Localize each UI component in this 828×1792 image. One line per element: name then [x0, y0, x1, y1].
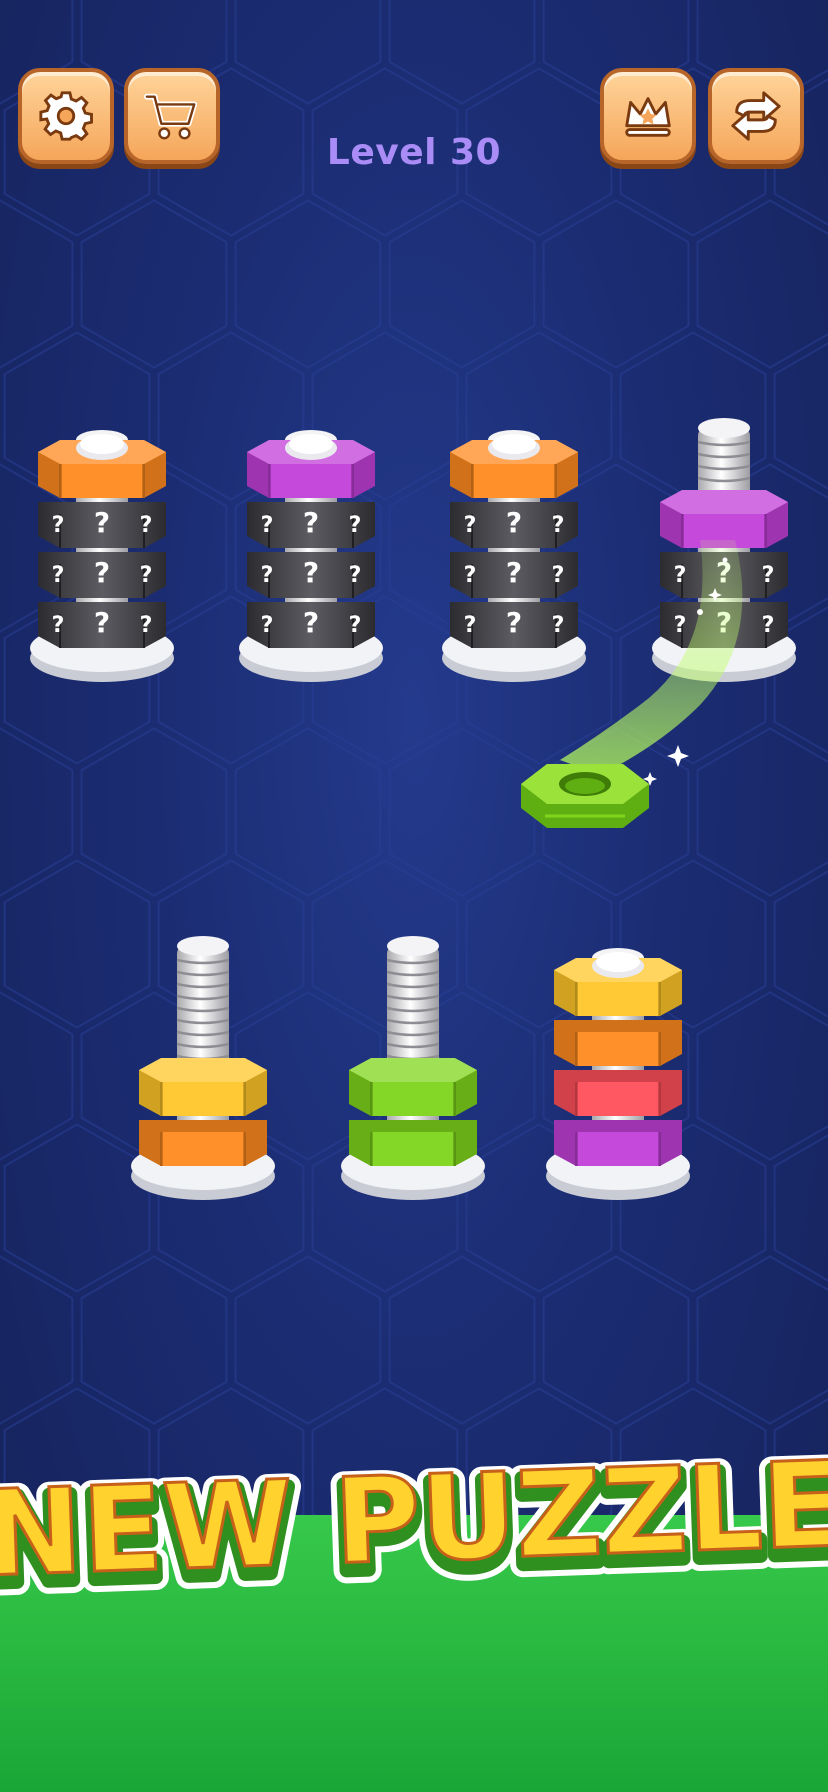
- peg[interactable]: [546, 948, 690, 1200]
- hidden-symbol: ?: [261, 613, 274, 638]
- hidden-nut[interactable]: ???: [247, 502, 375, 548]
- hidden-nut[interactable]: ???: [38, 502, 166, 548]
- hidden-symbol: ?: [464, 613, 477, 638]
- nut-orange[interactable]: [139, 1120, 267, 1166]
- nut-yellow[interactable]: [139, 1058, 267, 1116]
- hidden-symbol: ?: [464, 513, 477, 538]
- hidden-symbol: ?: [303, 506, 319, 539]
- hidden-symbol: ?: [140, 613, 153, 638]
- move-trail: [560, 540, 743, 775]
- hidden-symbol: ?: [464, 563, 477, 588]
- peg[interactable]: [131, 936, 275, 1200]
- peg[interactable]: [341, 936, 485, 1200]
- hidden-symbol: ?: [303, 606, 319, 639]
- nut-purple[interactable]: [660, 490, 788, 548]
- peg[interactable]: ?????????: [442, 430, 586, 682]
- hidden-symbol: ?: [261, 563, 274, 588]
- hidden-symbol: ?: [762, 613, 775, 638]
- nut-green[interactable]: [349, 1058, 477, 1116]
- hidden-nut[interactable]: ???: [247, 552, 375, 598]
- hidden-symbol: ?: [261, 513, 274, 538]
- hidden-symbol: ?: [94, 506, 110, 539]
- nut-red[interactable]: [554, 1070, 682, 1116]
- peg[interactable]: ?????????: [30, 430, 174, 682]
- hidden-symbol: ?: [52, 513, 65, 538]
- hidden-symbol: ?: [140, 563, 153, 588]
- hidden-symbol: ?: [552, 563, 565, 588]
- hidden-nut[interactable]: ???: [38, 552, 166, 598]
- hidden-nut[interactable]: ???: [450, 552, 578, 598]
- hidden-symbol: ?: [552, 613, 565, 638]
- hidden-symbol: ?: [94, 556, 110, 589]
- hidden-symbol: ?: [349, 513, 362, 538]
- hidden-nut[interactable]: ???: [247, 602, 375, 648]
- hidden-symbol: ?: [506, 556, 522, 589]
- moving-nut-green[interactable]: [521, 764, 649, 828]
- hidden-symbol: ?: [552, 513, 565, 538]
- new-puzzle-banner: NEW PUZZLE NEW PUZZLE NEW PUZZLE: [0, 1440, 828, 1624]
- hidden-symbol: ?: [52, 563, 65, 588]
- hidden-symbol: ?: [52, 613, 65, 638]
- hidden-symbol: ?: [349, 613, 362, 638]
- nut-green[interactable]: [349, 1120, 477, 1166]
- hidden-symbol: ?: [140, 513, 153, 538]
- hidden-symbol: ?: [506, 606, 522, 639]
- hidden-symbol: ?: [303, 556, 319, 589]
- peg[interactable]: ?????????: [239, 430, 383, 682]
- hidden-symbol: ?: [762, 563, 775, 588]
- nut-purple[interactable]: [554, 1120, 682, 1166]
- nut-orange[interactable]: [554, 1020, 682, 1066]
- hidden-nut[interactable]: ???: [450, 502, 578, 548]
- hidden-symbol: ?: [674, 563, 687, 588]
- hidden-symbol: ?: [94, 606, 110, 639]
- hidden-nut[interactable]: ???: [450, 602, 578, 648]
- hidden-symbol: ?: [506, 506, 522, 539]
- hidden-symbol: ?: [349, 563, 362, 588]
- hidden-nut[interactable]: ???: [38, 602, 166, 648]
- hidden-symbol: ?: [674, 613, 687, 638]
